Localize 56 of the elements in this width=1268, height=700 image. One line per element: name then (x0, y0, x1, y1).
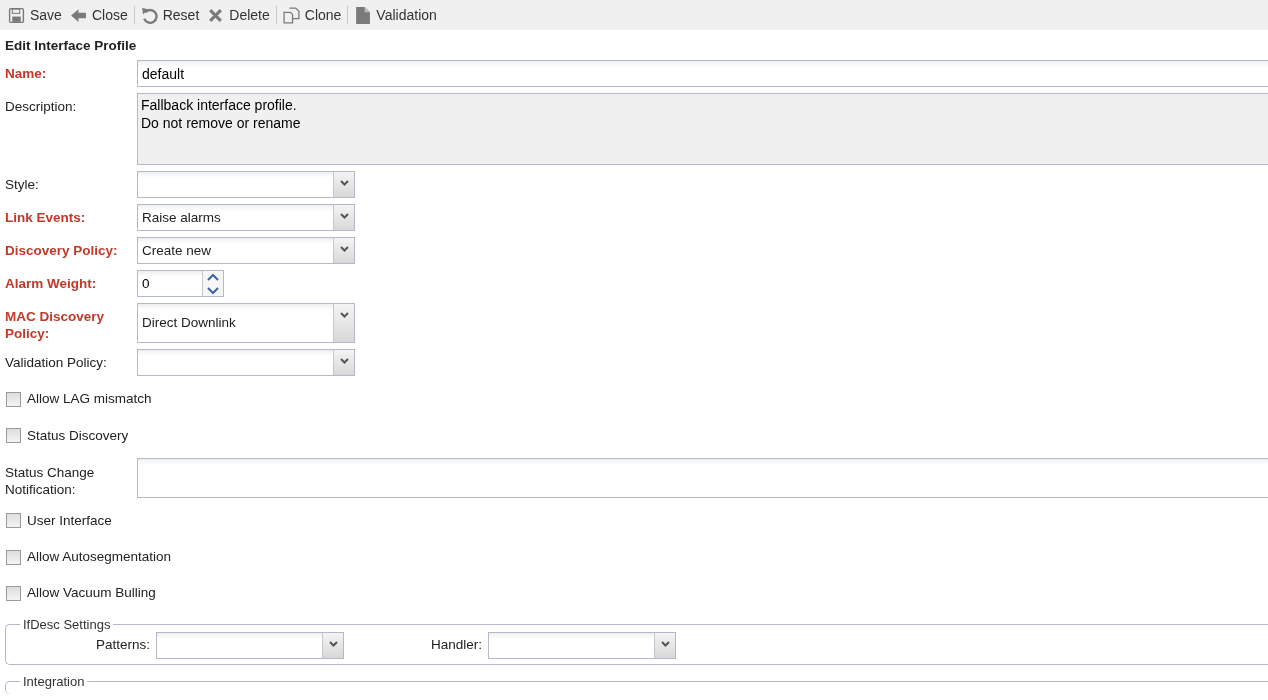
text-area[interactable]: Fallback interface profile. Do not remove or rename (137, 93, 1268, 166)
caret-icon (339, 358, 349, 365)
close-button[interactable]: Close (65, 2, 132, 28)
arrow-left-icon (69, 6, 87, 24)
dropdown-field[interactable] (137, 349, 355, 377)
checkbox-label: Allow Autosegmentation (27, 548, 172, 566)
field-label: Link Events: (5, 209, 87, 227)
validation-button[interactable]: Validation (350, 2, 441, 28)
group-legend: Integration (20, 675, 88, 689)
save-icon (8, 6, 25, 24)
field-label: Validation Policy: (5, 354, 108, 372)
save-button[interactable]: Save (4, 2, 66, 28)
undo-icon (140, 6, 158, 24)
document-icon (354, 6, 372, 24)
field-label: Name: (5, 65, 48, 83)
copy-icon (282, 6, 300, 24)
checkbox[interactable] (6, 428, 21, 444)
dropdown-field[interactable] (137, 171, 355, 199)
dropdown-field[interactable]: Direct Downlink (137, 303, 355, 344)
field-label: Status Change Notification: (5, 463, 96, 498)
field-label: Discovery Policy: (5, 242, 119, 260)
spin-up-icon[interactable] (207, 274, 219, 281)
delete-button[interactable]: Delete (203, 2, 274, 28)
checkbox[interactable] (6, 549, 21, 565)
checkbox[interactable] (6, 391, 21, 407)
field-label: Description: (5, 98, 78, 116)
field-label: MAC Discovery Policy: (5, 308, 106, 343)
number-field[interactable]: 0 (137, 270, 224, 298)
field-label: Patterns: (96, 635, 151, 654)
text-field[interactable] (137, 457, 1268, 498)
checkbox-label: Allow LAG mismatch (27, 390, 152, 409)
checkbox-label: User Interface (27, 511, 112, 530)
field-label: Style: (5, 176, 40, 194)
dropdown-field[interactable] (156, 631, 345, 659)
caret-icon (328, 640, 338, 647)
checkbox-label: Allow Vacuum Bulling (27, 584, 156, 603)
text-field[interactable]: default (137, 60, 1268, 88)
checkbox-label: Status Discovery (27, 426, 129, 445)
clone-button[interactable]: Clone (278, 2, 346, 28)
form-title: Edit Interface Profile (4, 37, 138, 55)
checkbox[interactable] (6, 585, 21, 601)
group-legend: IfDesc Settings (20, 617, 114, 632)
close-icon (207, 6, 225, 24)
caret-icon (660, 640, 670, 647)
dropdown-field[interactable] (488, 631, 677, 659)
caret-icon (339, 312, 349, 319)
reset-button[interactable]: Reset (136, 2, 204, 28)
caret-icon (339, 213, 349, 220)
caret-icon (339, 246, 349, 253)
field-label: Alarm Weight: (5, 275, 98, 293)
dropdown-field[interactable]: Raise alarms (137, 204, 355, 232)
checkbox[interactable] (6, 513, 21, 529)
field-label: Handler: (431, 635, 483, 654)
spin-down-icon[interactable] (207, 286, 219, 294)
caret-icon (339, 180, 349, 187)
dropdown-field[interactable]: Create new (137, 237, 355, 265)
